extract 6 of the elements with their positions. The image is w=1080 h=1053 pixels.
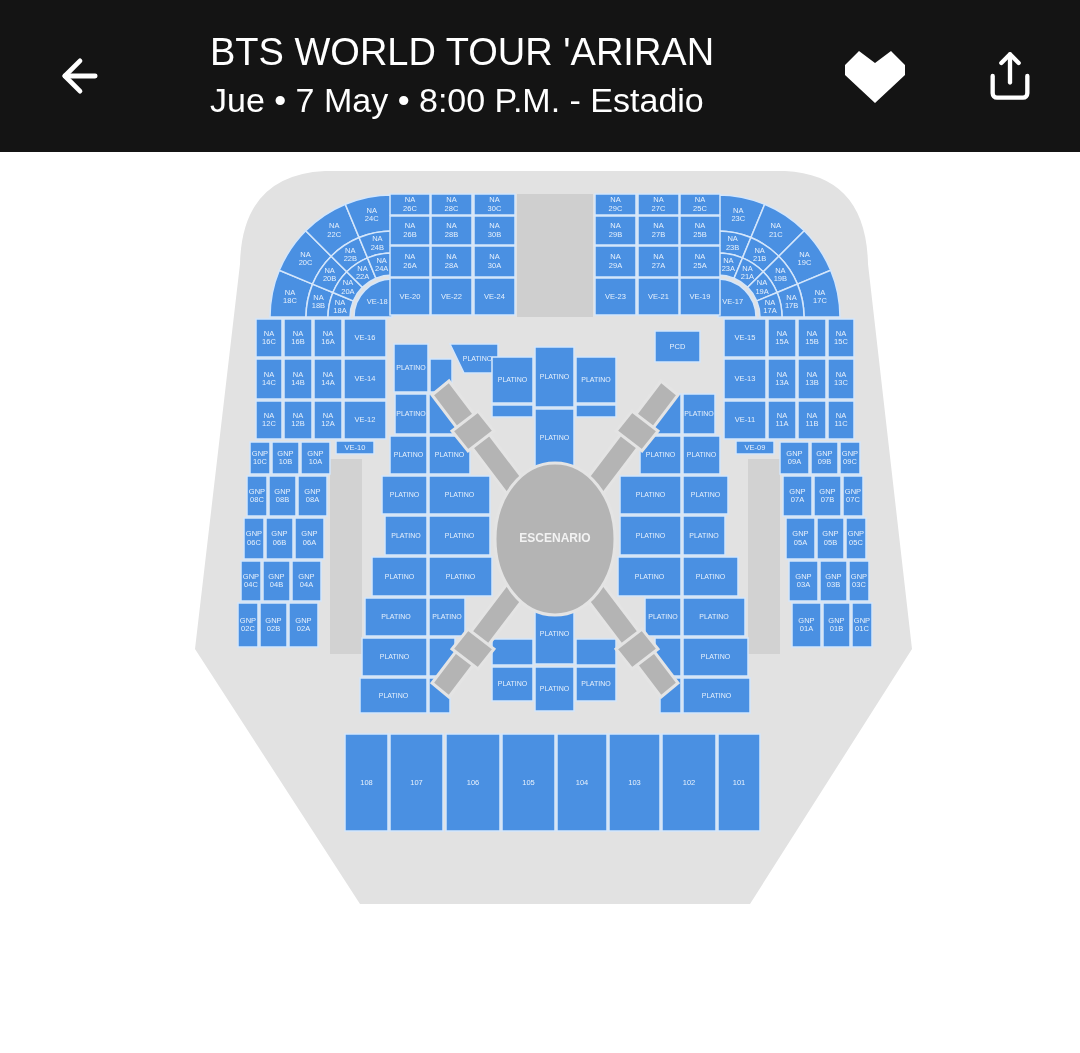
seat-section[interactable] xyxy=(491,638,534,666)
event-subtitle: Jue • 7 May • 8:00 P.M. - Estadio xyxy=(210,82,705,120)
event-title: BTS WORLD TOUR 'ARIRAN xyxy=(210,32,716,75)
seat-section[interactable] xyxy=(491,404,534,418)
seat-section[interactable] xyxy=(575,404,617,418)
seat-section[interactable] xyxy=(575,638,617,666)
